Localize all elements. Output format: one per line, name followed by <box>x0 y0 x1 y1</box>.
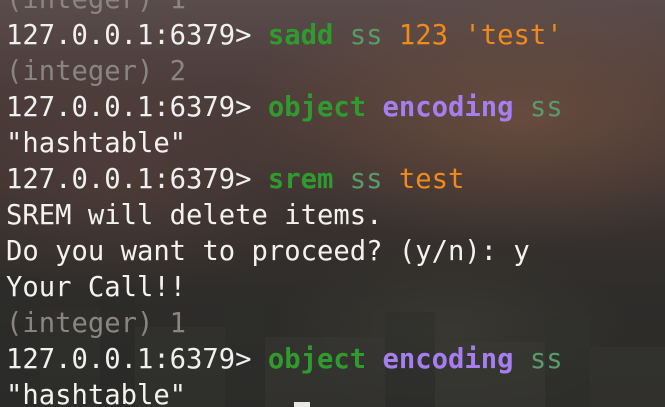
integer-output: (integer) 1 <box>6 0 186 15</box>
command-name: sadd <box>267 20 334 51</box>
terminal-window[interactable]: (integer) 1 127.0.0.1:6379> sadd ss 123 … <box>0 0 665 407</box>
command-line: 127.0.0.1:6379> sadd ss 123 'test' <box>6 18 563 54</box>
prompt: 127.0.0.1:6379> <box>6 92 252 123</box>
output-line: (integer) 2 <box>6 54 563 90</box>
command-arg: ss <box>529 92 563 123</box>
integer-output: (integer) 2 <box>6 56 187 87</box>
output-line: Your Call!! <box>6 270 563 306</box>
output-line: Do you want to proceed? (y/n): y <box>6 234 563 270</box>
output-line: SREM will delete items. <box>6 198 563 234</box>
output-text: Do you want to proceed? (y/n): y <box>6 236 530 267</box>
command-name: object <box>267 92 367 123</box>
command-arg: 'test' <box>464 20 563 51</box>
command-subcommand: encoding <box>382 344 514 375</box>
output-line: (integer) 1 <box>6 306 563 342</box>
command-name: object <box>267 344 367 375</box>
command-line: 127.0.0.1:6379> object encoding ss <box>6 90 563 126</box>
output-text: SREM will delete items. <box>6 200 383 231</box>
command-arg: 123 <box>398 20 448 51</box>
command-name: srem <box>267 164 334 195</box>
command-arg: ss <box>349 164 383 195</box>
integer-output: (integer) 1 <box>6 308 187 339</box>
command-arg: test <box>398 164 465 195</box>
output-line: "hashtable" <box>6 126 563 162</box>
output-line: (integer) 1 <box>6 0 563 18</box>
command-arg: ss <box>349 20 383 51</box>
command-arg: ss <box>529 344 563 375</box>
output-text: "hashtable" <box>6 380 187 407</box>
prompt: 127.0.0.1:6379> <box>6 344 252 375</box>
command-line: 127.0.0.1:6379> srem ss test <box>6 162 563 198</box>
command-subcommand: encoding <box>382 92 514 123</box>
command-line: 127.0.0.1:6379> object encoding ss <box>6 342 563 378</box>
output-text: "hashtable" <box>6 128 187 159</box>
terminal-output: (integer) 1 127.0.0.1:6379> sadd ss 123 … <box>6 0 563 407</box>
prompt: 127.0.0.1:6379> <box>6 20 252 51</box>
output-text: Your Call!! <box>6 272 187 303</box>
prompt: 127.0.0.1:6379> <box>6 164 252 195</box>
text-cursor <box>294 402 310 407</box>
output-line: "hashtable" <box>6 378 563 407</box>
